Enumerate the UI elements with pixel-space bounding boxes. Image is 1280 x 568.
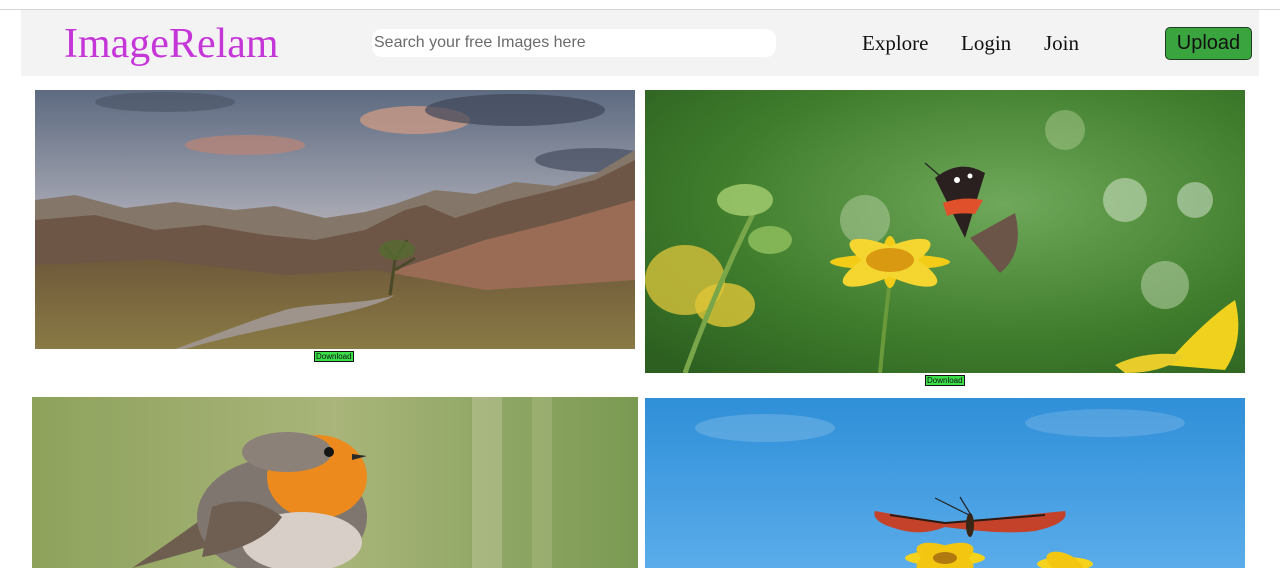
- nav-login-link[interactable]: Login: [961, 30, 1011, 56]
- navbar: ImageRelam Explore Login Join Upload: [21, 10, 1259, 76]
- site-logo[interactable]: ImageRelam: [64, 20, 279, 68]
- robin-bird-image[interactable]: [32, 397, 638, 568]
- download-button[interactable]: Download: [314, 351, 354, 362]
- nav-explore-link[interactable]: Explore: [862, 30, 928, 56]
- nav-join-link[interactable]: Join: [1044, 30, 1079, 56]
- download-button[interactable]: Download: [925, 375, 965, 386]
- search-input[interactable]: [372, 29, 776, 57]
- upload-button[interactable]: Upload: [1165, 27, 1252, 60]
- mountain-landscape-image[interactable]: [35, 90, 635, 349]
- butterfly-blue-sky-image[interactable]: [645, 398, 1245, 568]
- butterfly-on-yellow-flower-image[interactable]: [645, 90, 1245, 373]
